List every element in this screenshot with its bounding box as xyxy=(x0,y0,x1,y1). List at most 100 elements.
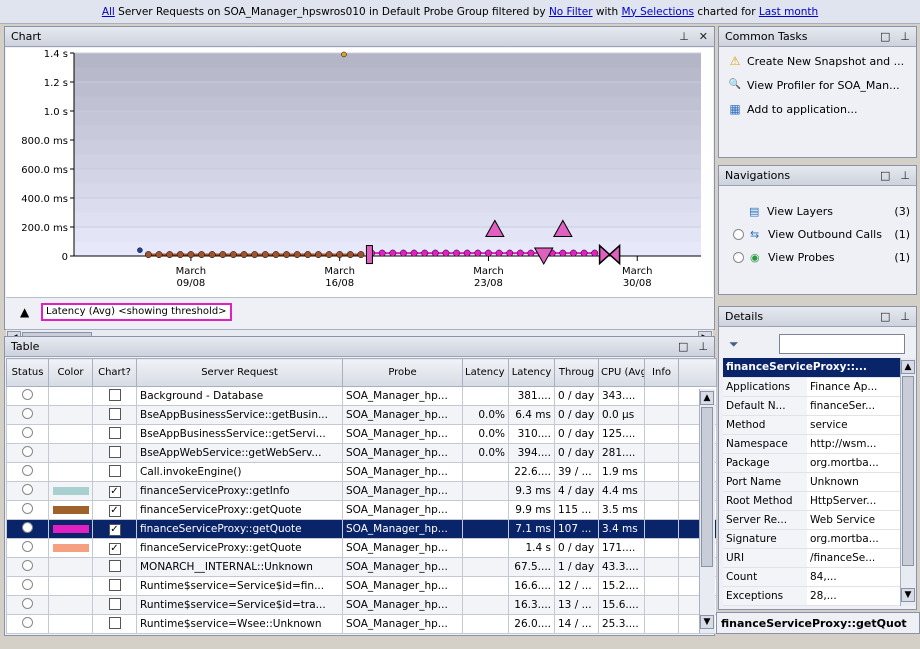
table-row[interactable]: Runtime$service=Service$id=fin... SOA_Man… xyxy=(6,576,717,596)
column-header-color[interactable]: Color xyxy=(48,358,93,387)
series-point[interactable] xyxy=(431,249,439,257)
chart-checkbox[interactable] xyxy=(108,616,121,629)
close-icon[interactable]: ✕ xyxy=(699,30,708,43)
expand-radio[interactable] xyxy=(733,252,744,263)
maximize-icon[interactable]: □ xyxy=(880,30,890,43)
pin-icon[interactable]: ⊥ xyxy=(698,340,708,353)
details-row[interactable]: Port Name Unknown xyxy=(723,472,902,492)
scroll-up-icon[interactable]: ▲ xyxy=(700,391,714,405)
details-row[interactable]: Exceptions 28,... xyxy=(723,586,902,606)
table-row[interactable]: Runtime$service=Service$id=tra... SOA_Man… xyxy=(6,595,717,615)
series-point[interactable] xyxy=(485,249,492,257)
series-point[interactable] xyxy=(144,251,152,259)
series-point[interactable] xyxy=(325,251,333,259)
column-header-probe[interactable]: Probe xyxy=(342,358,463,387)
series-point[interactable] xyxy=(495,249,503,257)
chart-checkbox[interactable] xyxy=(108,597,121,610)
legend-latency-avg[interactable]: Latency (Avg) <showing threshold> xyxy=(41,303,232,321)
column-header-latency-over-threshold[interactable]: Latency Over Th xyxy=(462,358,509,387)
filter-icon[interactable]: ⏷ xyxy=(729,337,739,352)
series-point[interactable] xyxy=(336,251,344,259)
chart-checkbox[interactable]: ✓ xyxy=(108,504,121,517)
series-point[interactable] xyxy=(506,249,514,257)
column-header-info[interactable]: Info xyxy=(644,358,679,387)
table-row[interactable]: ✓ financeServiceProxy::getQuote SOA_Manage… xyxy=(6,519,717,539)
series-point[interactable] xyxy=(240,251,248,259)
chart-checkbox[interactable]: ✓ xyxy=(108,542,121,555)
details-row[interactable]: Server Re... Web Service xyxy=(723,510,902,530)
column-header-status[interactable]: Status xyxy=(6,358,49,387)
table-row[interactable]: ✓ financeServiceProxy::getInfo SOA_Manager… xyxy=(6,481,717,501)
series-point[interactable] xyxy=(208,251,216,259)
scroll-up-icon[interactable]: ▲ xyxy=(901,360,915,374)
series-point[interactable] xyxy=(176,251,184,259)
color-swatch[interactable] xyxy=(52,544,89,552)
range-marker[interactable] xyxy=(365,245,373,265)
pin-icon[interactable]: ⊥ xyxy=(900,169,910,182)
series-point[interactable] xyxy=(410,249,418,257)
table-row[interactable]: MONARCH__INTERNAL::Unknown SOA_Manager_hp… xyxy=(6,557,717,577)
table-row[interactable]: BseAppBusinessService::getServi... SOA_Ma… xyxy=(6,424,717,444)
latency-chart[interactable]: 1.4 s 1.2 s 1.0 s 800.0 ms 600.0 ms 400.0 ms 2… xyxy=(6,48,713,297)
my-selections-link[interactable]: My Selections xyxy=(622,6,694,18)
series-point[interactable] xyxy=(453,249,461,257)
series-point[interactable] xyxy=(166,251,174,259)
column-header-chart[interactable]: Chart? xyxy=(92,358,137,387)
chart-checkbox[interactable] xyxy=(108,407,121,420)
last-month-link[interactable]: Last month xyxy=(759,6,818,18)
series-point[interactable] xyxy=(527,249,535,257)
details-row[interactable]: Method service xyxy=(723,415,902,435)
series-point[interactable] xyxy=(421,249,429,257)
column-header-latency[interactable]: Latency xyxy=(508,358,555,387)
series-point[interactable] xyxy=(293,251,301,259)
series-point[interactable] xyxy=(357,251,365,259)
color-swatch[interactable] xyxy=(52,506,89,514)
table-row[interactable]: BseAppBusinessService::getBusin... SOA_Ma… xyxy=(6,405,717,425)
series-point[interactable] xyxy=(399,249,407,257)
table-row[interactable]: ✓ financeServiceProxy::getQuote SOA_Manage… xyxy=(6,538,717,558)
chart-checkbox[interactable]: ✓ xyxy=(108,485,121,498)
chart-checkbox[interactable] xyxy=(108,426,121,439)
table-vertical-scrollbar[interactable]: ▲ ▼ xyxy=(699,389,715,633)
scroll-thumb[interactable] xyxy=(701,407,713,567)
chart-checkbox[interactable] xyxy=(108,578,121,591)
chart-checkbox[interactable] xyxy=(108,388,121,401)
series-point[interactable] xyxy=(346,251,354,259)
series-point[interactable] xyxy=(570,249,577,257)
series-point[interactable] xyxy=(283,251,290,259)
chart-checkbox[interactable] xyxy=(108,445,121,458)
all-link[interactable]: All xyxy=(102,6,115,18)
series-point[interactable] xyxy=(389,249,397,257)
series-point[interactable] xyxy=(187,251,195,259)
series-point[interactable] xyxy=(442,249,450,257)
color-swatch[interactable] xyxy=(52,525,89,533)
pin-icon[interactable]: ⊥ xyxy=(679,30,689,43)
scroll-down-icon[interactable]: ▼ xyxy=(901,588,915,602)
view-layers-item[interactable]: ▤ View Layers (3) xyxy=(733,200,910,223)
table-row[interactable]: ✓ financeServiceProxy::getQuote SOA_Manage… xyxy=(6,500,717,520)
series-point[interactable] xyxy=(261,251,269,259)
pin-icon[interactable]: ⊥ xyxy=(900,310,910,323)
expand-radio[interactable] xyxy=(733,229,744,240)
chart-area[interactable]: 1.4 s 1.2 s 1.0 s 800.0 ms 600.0 ms 400.0 ms 2… xyxy=(6,48,713,297)
series-point[interactable] xyxy=(474,249,482,257)
data-point-marker[interactable] xyxy=(341,51,347,58)
details-row[interactable]: URI/financeSe... xyxy=(723,548,902,568)
add-to-application-task[interactable]: ▦ Add to application... xyxy=(719,97,916,121)
pin-icon[interactable]: ⊥ xyxy=(900,30,910,43)
details-row[interactable]: Count 84,... xyxy=(723,567,902,587)
no-filter-link[interactable]: No Filter xyxy=(549,6,593,18)
create-snapshot-task[interactable]: ⚠ Create New Snapshot and ... xyxy=(719,49,916,73)
series-point[interactable] xyxy=(591,249,599,257)
series-point[interactable] xyxy=(516,249,524,257)
table-row[interactable]: Background - Database SOA_Manager_hp... 38… xyxy=(6,386,717,406)
table-row[interactable]: Call.invokeEngine() SOA_Manager_hp... 22.6… xyxy=(6,462,717,482)
details-row[interactable]: Root Method HttpServer... xyxy=(723,491,902,511)
scroll-thumb[interactable] xyxy=(902,376,914,566)
details-vertical-scrollbar[interactable]: ▲ ▼ xyxy=(900,358,916,606)
details-row[interactable]: Signature org.mortba... xyxy=(723,529,902,549)
view-probes-item[interactable]: ◉ View Probes (1) xyxy=(733,246,910,269)
maximize-icon[interactable]: □ xyxy=(880,169,890,182)
series-point[interactable] xyxy=(580,249,588,257)
column-header-throughput[interactable]: Throug xyxy=(554,358,599,387)
